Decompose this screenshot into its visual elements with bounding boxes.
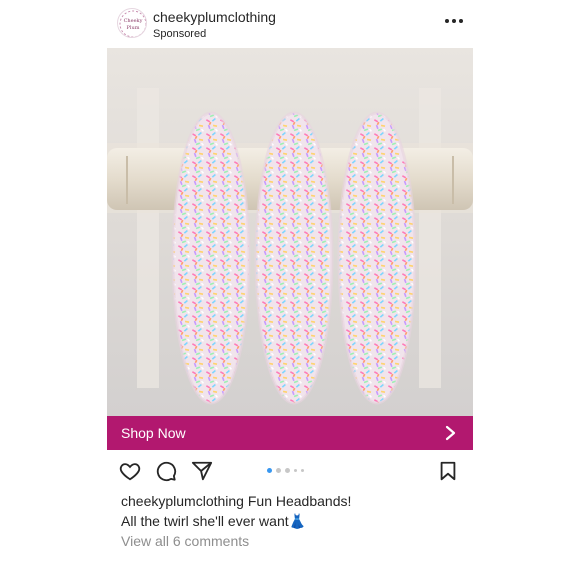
action-bar [107,458,473,484]
shop-now-button[interactable]: Shop Now [107,416,473,450]
bookmark-icon[interactable] [437,460,459,482]
carousel-indicator [267,468,304,473]
caption-username[interactable]: cheekyplumclothing [121,493,244,509]
svg-text:Cheeky: Cheeky [124,18,143,24]
post-caption: cheekyplumclothing Fun Headbands! All th… [121,491,471,531]
post-image[interactable] [107,48,473,416]
caption-line-1: Fun Headbands! [247,493,352,509]
share-icon[interactable] [191,460,213,482]
comment-icon[interactable] [155,460,177,482]
heart-icon[interactable] [119,460,141,482]
post-username[interactable]: cheekyplumclothing [153,9,276,25]
svg-text:Plum: Plum [127,25,140,31]
shop-now-label: Shop Now [121,425,186,441]
avatar[interactable]: Cheeky Plum [117,8,147,38]
carousel-dot [285,468,290,473]
carousel-dot [294,469,297,472]
carousel-dot [301,469,304,472]
carousel-dot [276,468,281,473]
caption-line-2: All the twirl she'll ever want [121,513,289,529]
dress-emoji: 👗 [288,513,307,529]
post-header: Cheeky Plum cheekyplumclothing Sponsored [107,0,473,48]
carousel-dot-active [267,468,272,473]
more-horizontal-icon[interactable] [443,14,465,28]
view-comments-link[interactable]: View all 6 comments [121,533,249,549]
sponsored-label: Sponsored [153,28,207,40]
chevron-right-icon [445,425,457,441]
